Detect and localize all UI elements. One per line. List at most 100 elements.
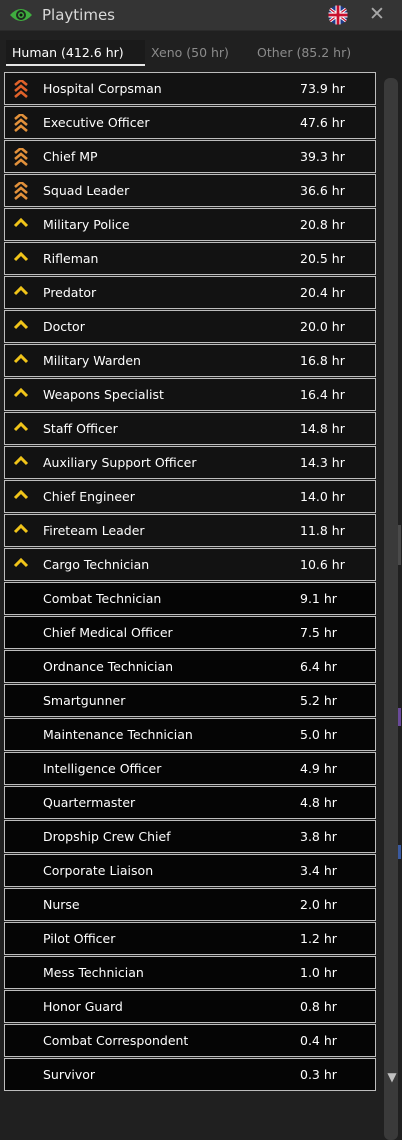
role-name: Smartgunner xyxy=(43,693,126,708)
playtime-row: Weapons Specialist 16.4 hr xyxy=(4,378,376,411)
playtime-row: Chief MP 39.3 hr xyxy=(4,140,376,173)
tab-other[interactable]: Other (85.2 hr) xyxy=(257,40,351,66)
playtime-row: Doctor 20.0 hr xyxy=(4,310,376,343)
role-hours: 0.8 hr xyxy=(300,999,337,1014)
role-hours: 3.4 hr xyxy=(300,863,337,878)
playtime-row: Nurse 2.0 hr xyxy=(4,888,376,921)
role-hours: 1.0 hr xyxy=(300,965,337,980)
playtime-row: Pilot Officer 1.2 hr xyxy=(4,922,376,955)
scrollbar-thumb[interactable] xyxy=(384,78,398,1140)
background-edge xyxy=(398,845,401,859)
playtime-row: Hospital Corpsman 73.9 hr xyxy=(4,72,376,105)
role-hours: 14.8 hr xyxy=(300,421,345,436)
role-hours: 16.8 hr xyxy=(300,353,345,368)
role-name: Cargo Technician xyxy=(43,557,150,572)
playtime-row: Staff Officer 14.8 hr xyxy=(4,412,376,445)
rank-triple-chevron-red-icon xyxy=(14,80,28,98)
role-name: Chief Medical Officer xyxy=(43,625,173,640)
role-hours: 4.8 hr xyxy=(300,795,337,810)
tab-human[interactable]: Human (412.6 hr) xyxy=(6,40,145,66)
role-name: Chief Engineer xyxy=(43,489,135,504)
rank-chevron-gold-icon xyxy=(13,557,29,568)
playtime-row: Mess Technician 1.0 hr xyxy=(4,956,376,989)
role-hours: 3.8 hr xyxy=(300,829,337,844)
playtime-row: Quartermaster 4.8 hr xyxy=(4,786,376,819)
role-hours: 20.8 hr xyxy=(300,217,345,232)
role-name: Staff Officer xyxy=(43,421,118,436)
role-name: Weapons Specialist xyxy=(43,387,164,402)
role-name: Ordnance Technician xyxy=(43,659,174,674)
rank-chevron-gold-icon xyxy=(13,353,29,364)
playtime-row: Corporate Liaison 3.4 hr xyxy=(4,854,376,887)
window-titlebar[interactable]: Playtimes ✕ xyxy=(0,0,402,31)
rank-chevron-gold-icon xyxy=(13,421,29,432)
role-name: Squad Leader xyxy=(43,183,130,198)
rank-chevron-gold-icon xyxy=(13,319,29,330)
role-hours: 16.4 hr xyxy=(300,387,345,402)
playtime-row: Predator 20.4 hr xyxy=(4,276,376,309)
role-name: Predator xyxy=(43,285,97,300)
role-name: Fireteam Leader xyxy=(43,523,145,538)
tab-xeno[interactable]: Xeno (50 hr) xyxy=(151,40,229,66)
role-name: Chief MP xyxy=(43,149,98,164)
role-hours: 6.4 hr xyxy=(300,659,337,674)
playtime-row: Combat Correspondent 0.4 hr xyxy=(4,1024,376,1057)
role-hours: 2.0 hr xyxy=(300,897,337,912)
role-hours: 20.4 hr xyxy=(300,285,345,300)
playtime-row: Combat Technician 9.1 hr xyxy=(4,582,376,615)
eye-icon xyxy=(10,9,32,21)
role-hours: 5.2 hr xyxy=(300,693,337,708)
playtime-row: Chief Medical Officer 7.5 hr xyxy=(4,616,376,649)
rank-chevron-gold-icon xyxy=(13,251,29,262)
rank-triple-chevron-orange-icon xyxy=(14,114,28,132)
role-hours: 4.9 hr xyxy=(300,761,337,776)
rank-chevron-gold-icon xyxy=(13,489,29,500)
playtime-row: Dropship Crew Chief 3.8 hr xyxy=(4,820,376,853)
role-name: Doctor xyxy=(43,319,85,334)
role-hours: 9.1 hr xyxy=(300,591,337,606)
role-name: Intelligence Officer xyxy=(43,761,162,776)
role-name: Honor Guard xyxy=(43,999,123,1014)
rank-chevron-gold-icon xyxy=(13,523,29,534)
rank-triple-chevron-orange-icon xyxy=(14,182,28,200)
playtime-row: Survivor 0.3 hr xyxy=(4,1058,376,1091)
playtime-row: Maintenance Technician 5.0 hr xyxy=(4,718,376,751)
role-hours: 0.3 hr xyxy=(300,1067,337,1082)
role-hours: 20.5 hr xyxy=(300,251,345,266)
rank-triple-chevron-orange-icon xyxy=(14,148,28,166)
playtime-row: Chief Engineer 14.0 hr xyxy=(4,480,376,513)
role-name: Executive Officer xyxy=(43,115,150,130)
role-name: Combat Technician xyxy=(43,591,162,606)
role-hours: 14.3 hr xyxy=(300,455,345,470)
role-name: Military Warden xyxy=(43,353,141,368)
role-name: Quartermaster xyxy=(43,795,136,810)
role-hours: 14.0 hr xyxy=(300,489,345,504)
window-title: Playtimes xyxy=(42,6,115,24)
playtime-row: Ordnance Technician 6.4 hr xyxy=(4,650,376,683)
role-hours: 7.5 hr xyxy=(300,625,337,640)
role-name: Survivor xyxy=(43,1067,96,1082)
rank-chevron-gold-icon xyxy=(13,387,29,398)
role-hours: 10.6 hr xyxy=(300,557,345,572)
role-name: Corporate Liaison xyxy=(43,863,154,878)
role-name: Military Police xyxy=(43,217,130,232)
role-name: Rifleman xyxy=(43,251,99,266)
role-name: Dropship Crew Chief xyxy=(43,829,171,844)
background-edge xyxy=(398,708,401,726)
playtime-row: Honor Guard 0.8 hr xyxy=(4,990,376,1023)
role-hours: 20.0 hr xyxy=(300,319,345,334)
close-button[interactable]: ✕ xyxy=(368,4,386,24)
role-hours: 36.6 hr xyxy=(300,183,345,198)
playtime-row: Executive Officer 47.6 hr xyxy=(4,106,376,139)
playtime-row: Cargo Technician 10.6 hr xyxy=(4,548,376,581)
role-hours: 39.3 hr xyxy=(300,149,345,164)
playtime-row: Military Warden 16.8 hr xyxy=(4,344,376,377)
rank-chevron-gold-icon xyxy=(13,285,29,296)
role-name: Maintenance Technician xyxy=(43,727,193,742)
role-hours: 0.4 hr xyxy=(300,1033,337,1048)
role-hours: 1.2 hr xyxy=(300,931,337,946)
playtime-row: Auxiliary Support Officer 14.3 hr xyxy=(4,446,376,479)
scrollbar[interactable]: ▼ xyxy=(381,72,402,1140)
uk-flag-icon xyxy=(328,5,348,25)
scroll-down-arrow-icon[interactable]: ▼ xyxy=(385,1070,399,1084)
